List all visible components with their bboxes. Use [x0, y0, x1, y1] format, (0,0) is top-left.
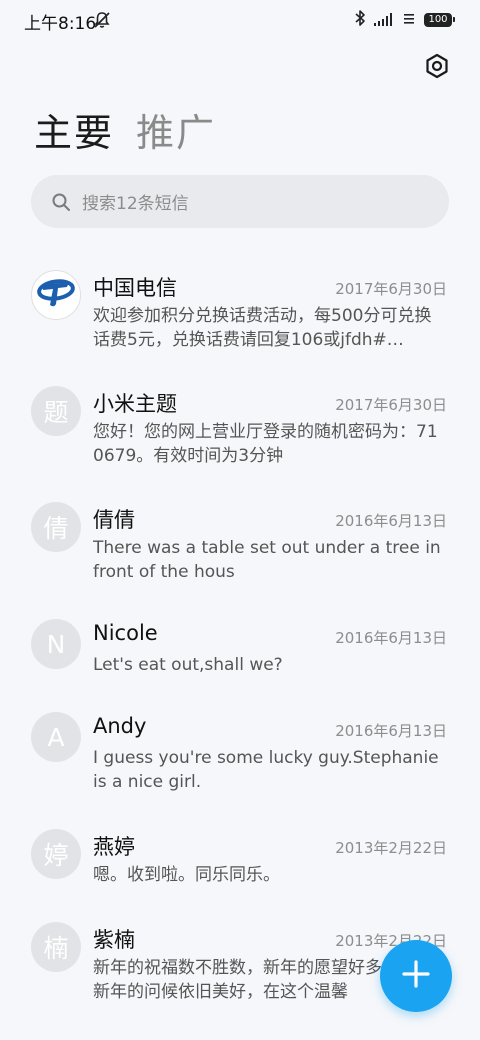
- battery-icon: 100: [424, 13, 455, 27]
- message-date: 2016年6月13日: [335, 629, 447, 647]
- message-preview: 嗯。收到啦。同乐同乐。: [93, 865, 280, 885]
- plus-icon: [401, 959, 431, 993]
- message-date: 2017年6月30日: [335, 280, 447, 298]
- avatar: 婷: [31, 829, 81, 879]
- message-item[interactable]: A Andy 2016年6月13日 I guess you're some lu…: [0, 698, 480, 815]
- message-item[interactable]: 中国电信 2017年6月30日 欢迎参加积分兑换话费活动，每500分可兑换话费5…: [0, 256, 480, 372]
- folder-tabs: 主要 推广: [34, 108, 216, 158]
- sender-name: 小米主题: [93, 392, 177, 416]
- message-date: 2016年6月13日: [335, 512, 447, 530]
- message-preview: 您好！您的网上营业厅登录的随机密码为：710679。有效时间为3分钟: [93, 422, 438, 466]
- avatar: 倩: [31, 502, 81, 552]
- message-preview: Let's eat out,shall we?: [93, 655, 283, 675]
- battery-level: 100: [428, 14, 448, 25]
- mute-icon: [92, 10, 112, 30]
- avatar: N: [31, 619, 81, 669]
- avatar: A: [31, 712, 81, 762]
- sender-name: 倩倩: [93, 508, 135, 532]
- status-time: 上午8:16: [24, 14, 97, 34]
- china-telecom-logo-icon: [34, 271, 78, 319]
- avatar: [31, 270, 81, 320]
- new-message-button[interactable]: [380, 940, 452, 1012]
- message-preview: 欢迎参加积分兑换话费活动，每500分可兑换话费5元，兑换话费请回复106或jfd…: [93, 306, 432, 350]
- message-date: 2013年2月22日: [335, 839, 447, 857]
- message-item[interactable]: 婷 燕婷 2013年2月22日 嗯。收到啦。同乐同乐。: [0, 815, 480, 908]
- sender-name: Andy: [93, 714, 147, 738]
- signal-icon: [374, 11, 394, 30]
- message-date: 2017年6月30日: [335, 396, 447, 414]
- search-input[interactable]: 搜索12条短信: [31, 175, 449, 228]
- message-preview: I guess you're some lucky guy.Stephanie …: [93, 748, 439, 792]
- bluetooth-icon: [354, 9, 366, 31]
- tab-promotions[interactable]: 推广: [136, 108, 216, 158]
- status-bar: 上午8:16 100: [0, 0, 480, 40]
- wifi-icon: [402, 11, 416, 30]
- sender-name: Nicole: [93, 621, 158, 645]
- message-item[interactable]: 倩 倩倩 2016年6月13日 There was a table set ou…: [0, 488, 480, 604]
- message-date: 2016年6月13日: [335, 722, 447, 740]
- message-item[interactable]: 题 小米主题 2017年6月30日 您好！您的网上营业厅登录的随机密码为：710…: [0, 372, 480, 488]
- sender-name: 中国电信: [93, 276, 177, 300]
- tab-primary[interactable]: 主要: [34, 108, 114, 158]
- settings-button[interactable]: [421, 52, 453, 84]
- bottom-edge: [0, 1026, 480, 1040]
- avatar: 题: [31, 386, 81, 436]
- message-preview: There was a table set out under a tree i…: [93, 538, 441, 582]
- sender-name: 燕婷: [93, 835, 135, 859]
- search-placeholder: 搜索12条短信: [82, 194, 189, 214]
- status-icons: 100: [354, 9, 455, 31]
- avatar: 楠: [31, 922, 81, 972]
- message-item[interactable]: N Nicole 2016年6月13日 Let's eat out,shall …: [0, 605, 480, 698]
- settings-hexagon-icon: [424, 53, 450, 83]
- sender-name: 紫楠: [93, 928, 135, 952]
- search-icon: [51, 192, 71, 212]
